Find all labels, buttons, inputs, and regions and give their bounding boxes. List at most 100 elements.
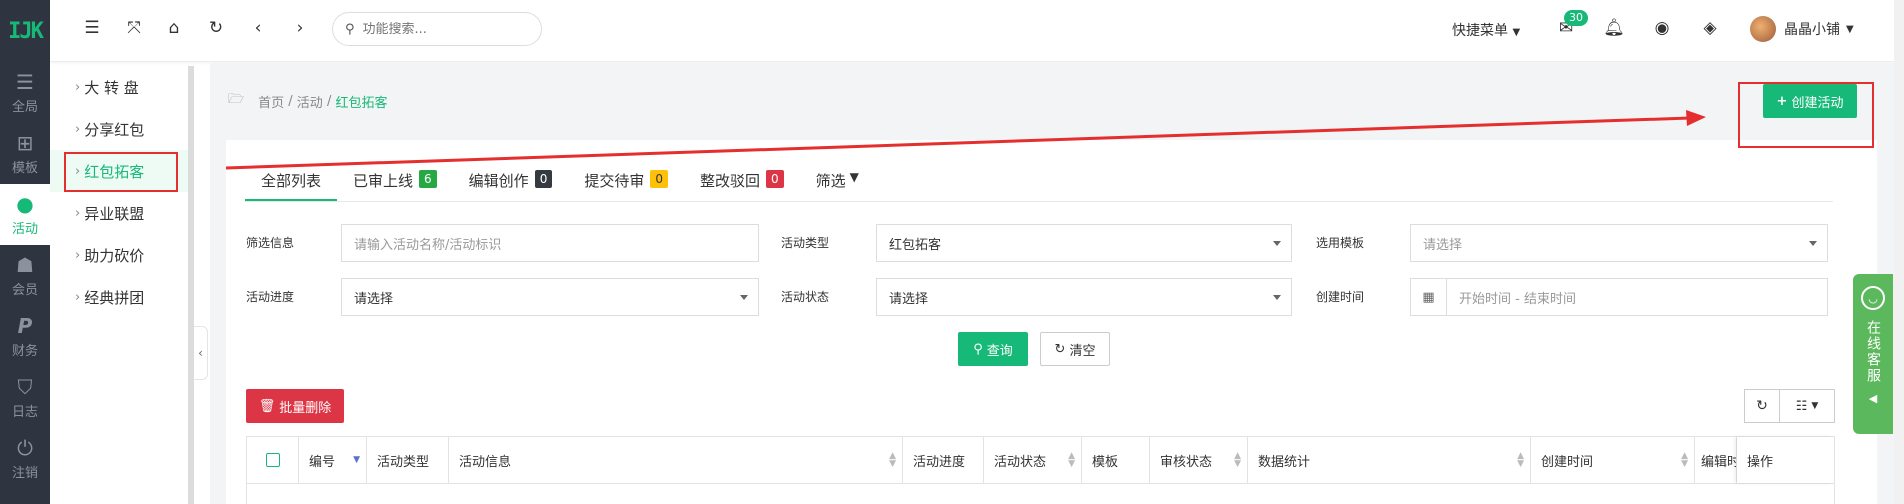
caret-down-icon [1809,241,1817,246]
fullscreen-icon[interactable]: ⤧ [122,18,146,38]
chevron-right-icon: › [75,289,81,305]
columns-toggle-button[interactable]: ☷ ▼ [1779,389,1835,423]
app-logo[interactable]: IJK [0,0,50,62]
batch-delete-button[interactable]: 🗑︎ 批量删除 [246,389,344,423]
select-all-checkbox[interactable] [247,437,299,483]
paypal-icon: P [17,313,33,338]
tab-rejected[interactable]: 整改驳回 0 [684,162,800,201]
col-stats[interactable]: 数据统计 ▲ ▼ [1248,437,1531,483]
sliders-icon: ☰ [16,69,34,94]
caret-down-icon: ▼ [1811,401,1819,411]
filter-template-select[interactable]: 请选择 [1410,224,1828,262]
submenu-item-group-buy[interactable]: › 经典拼团 [50,276,188,318]
filter-type-label: 活动类型 [781,236,830,250]
filter-status-select[interactable]: 请选择 [876,278,1292,316]
tab-approved[interactable]: 已审上线 6 [337,162,453,201]
refresh-icon[interactable]: ↻ [204,18,228,38]
top-bar: ☰ ⤧ ⌂ ↻ ‹ › ⚲ 快捷菜单 ▼ ✉ 30 🔔︎ ◉ ◈ 晶晶小铺 ▼ [50,0,1904,62]
submenu-item-alliance[interactable]: › 异业联盟 [50,192,188,234]
submenu-item-bargain[interactable]: › 助力砍价 [50,234,188,276]
count-badge: 6 [419,170,437,188]
online-service-widget[interactable]: ◡ 在线客服 ◀ [1853,274,1893,434]
filter-info-input[interactable]: 请输入活动名称/活动标识 [341,224,759,262]
filter-progress-select[interactable]: 请选择 [341,278,759,316]
caret-left-icon: ◀ [1868,392,1878,405]
tab-filter[interactable]: 筛选 ▼ [800,162,875,201]
caret-down-icon [740,295,748,300]
filter-template-label: 选用模板 [1316,236,1365,250]
col-edited: 编辑时 [1695,437,1737,483]
filter-created-daterange[interactable]: ▦ 开始时间 - 结束时间 [1410,278,1828,316]
sort-icon: ▲ ▼ [1681,451,1688,469]
filter-progress-label: 活动进度 [246,290,295,304]
checkbox[interactable] [265,453,280,467]
left-rail: IJK ☰ 全局 ⊞ 模板 ● 活动 ☗ 会员 P 财务 ⛉ 日志 ⏻ 注销 [0,0,50,504]
user-circle-icon[interactable]: ◉ [1650,18,1674,38]
col-progress: 活动进度 [903,437,984,483]
sort-icon: ▲ ▼ [1517,451,1524,469]
filter-created-label: 创建时间 [1316,290,1365,304]
submenu-item-wheel[interactable]: › 大 转 盘 [50,66,188,108]
refresh-icon: ↻ [1756,398,1768,414]
col-created[interactable]: 创建时间 ▲ ▼ [1531,437,1695,483]
home-icon[interactable]: ⌂ [162,18,186,38]
submenu-item-share-redpacket[interactable]: › 分享红包 [50,108,188,150]
shield-icon: ⛉ [17,374,33,399]
rail-item-finance[interactable]: P 财务 [0,306,50,367]
col-template: 模板 [1082,437,1150,483]
rail-item-members[interactable]: ☗ 会员 [0,245,50,306]
sort-icon: ▲ ▼ [889,451,896,469]
folder-open-icon: 🗁︎ [228,92,245,107]
col-review[interactable]: 审核状态 ▲ ▼ [1150,437,1248,483]
col-id[interactable]: 编号 ▼ [299,437,367,483]
count-badge: 0 [534,170,553,188]
quick-menu-dropdown[interactable]: 快捷菜单 ▼ [1452,20,1520,40]
bell-icon[interactable]: 🔔︎ [1602,18,1626,38]
query-button[interactable]: ⚲ 查询 [958,332,1028,366]
page-scrollbar[interactable] [1894,0,1904,504]
mail-badge: 30 [1564,10,1588,26]
trash-icon: 🗑︎ [258,398,276,414]
chevron-left-icon: ‹ [198,346,203,360]
tab-pending[interactable]: 提交待审 0 [568,162,684,201]
status-tabs: 全部列表 已审上线 6 编辑创作 0 提交待审 0 整改驳回 0 筛选 ▼ [245,162,1833,202]
sitemap-icon: ⊞ [16,130,34,155]
tab-all[interactable]: 全部列表 [245,162,338,201]
sort-desc-icon: ▼ [353,455,360,465]
rail-item-global[interactable]: ☰ 全局 [0,62,50,123]
breadcrumb-home[interactable]: 首页 [258,92,284,111]
user-menu[interactable]: 晶晶小铺 ▼ [1750,16,1854,42]
menu-icon[interactable]: ☰ [80,18,104,38]
function-search[interactable]: ⚲ [332,12,542,46]
caret-down-icon [1273,295,1281,300]
chevron-right-icon: › [75,121,81,137]
search-input[interactable] [362,21,523,37]
chevron-left-icon[interactable]: ‹ [246,18,270,38]
rail-item-template[interactable]: ⊞ 模板 [0,123,50,184]
map-pin-icon: ● [16,191,34,216]
collapse-sidebar-button[interactable]: ‹ [194,326,208,380]
rail-item-activity[interactable]: ● 活动 [0,184,50,245]
tab-editing[interactable]: 编辑创作 0 [453,162,569,201]
sort-icon: ▲ ▼ [1234,451,1241,469]
table-refresh-button[interactable]: ↻ [1744,389,1780,423]
col-info[interactable]: 活动信息 ▲ ▼ [449,437,903,483]
filter-type-select[interactable]: 红包拓客 [876,224,1292,262]
col-status[interactable]: 活动状态 ▲ ▼ [984,437,1082,483]
breadcrumb-activity[interactable]: 活动 [297,92,323,111]
count-badge: 0 [650,170,668,188]
pocket-icon[interactable]: ◈ [1698,18,1722,38]
chevron-right-icon[interactable]: › [288,18,312,38]
sort-icon: ▲ ▼ [1068,451,1075,469]
table-header: 编号 ▼ 活动类型 活动信息 ▲ ▼ 活动进度 活动状态 ▲ ▼ 模板 审核状态 ▲ ▼ 数据… [246,436,1835,484]
chat-bubble-icon: ◡ [1861,286,1885,310]
activity-submenu: › 大 转 盘 › 分享红包 › 红包拓客 › 异业联盟 › 助力砍价 › 经典拼团 [50,66,188,504]
rail-item-logout[interactable]: ⏻ 注销 [0,428,50,489]
count-badge: 0 [766,170,784,188]
rail-item-logs[interactable]: ⛉ 日志 [0,367,50,428]
submenu-scrollbar[interactable] [188,66,194,504]
clear-button[interactable]: ↻ 清空 [1040,332,1110,366]
breadcrumb: 🗁︎ 首页 / 活动 / 红包拓客 [228,92,388,111]
breadcrumb-current: 红包拓客 [335,95,388,111]
col-actions: 操作 [1737,437,1832,483]
